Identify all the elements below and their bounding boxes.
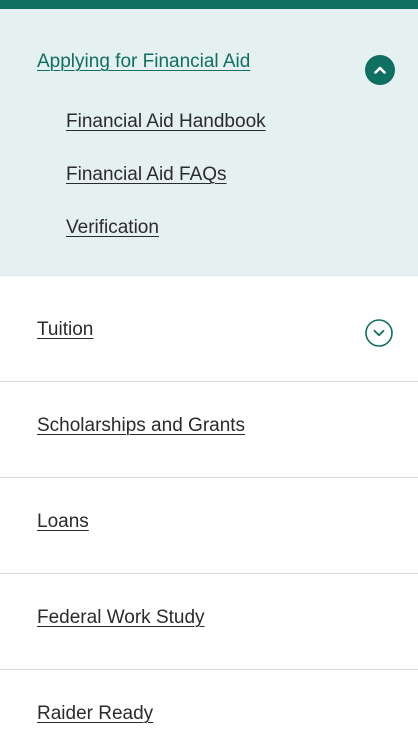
chevron-up-icon — [374, 66, 386, 74]
nav-link-applying-for-financial-aid[interactable]: Applying for Financial Aid — [37, 51, 250, 73]
nav-item-loans: Loans — [0, 478, 418, 574]
sub-nav-link-verification[interactable]: Verification — [66, 214, 266, 267]
nav-item-scholarships-and-grants: Scholarships and Grants — [0, 382, 418, 478]
nav-link-loans[interactable]: Loans — [37, 511, 89, 533]
chevron-down-icon — [365, 319, 393, 347]
nav-item-tuition: Tuition — [0, 276, 418, 382]
side-navigation: Applying for Financial Aid Financial Aid… — [0, 0, 418, 756]
collapse-toggle-button[interactable] — [365, 55, 395, 85]
nav-link-tuition[interactable]: Tuition — [37, 319, 93, 341]
sub-nav-link-financial-aid-faqs[interactable]: Financial Aid FAQs — [66, 161, 266, 214]
nav-item-raider-ready: Raider Ready — [0, 670, 418, 756]
nav-section-applying-for-financial-aid: Applying for Financial Aid Financial Aid… — [0, 9, 418, 276]
nav-link-raider-ready[interactable]: Raider Ready — [37, 703, 153, 725]
expand-toggle-button[interactable] — [364, 318, 394, 348]
sub-nav-list: Financial Aid Handbook Financial Aid FAQ… — [66, 108, 266, 267]
nav-item-federal-work-study: Federal Work Study — [0, 574, 418, 670]
nav-link-scholarships-and-grants[interactable]: Scholarships and Grants — [37, 415, 245, 437]
nav-link-federal-work-study[interactable]: Federal Work Study — [37, 607, 205, 629]
sub-nav-link-financial-aid-handbook[interactable]: Financial Aid Handbook — [66, 108, 266, 161]
